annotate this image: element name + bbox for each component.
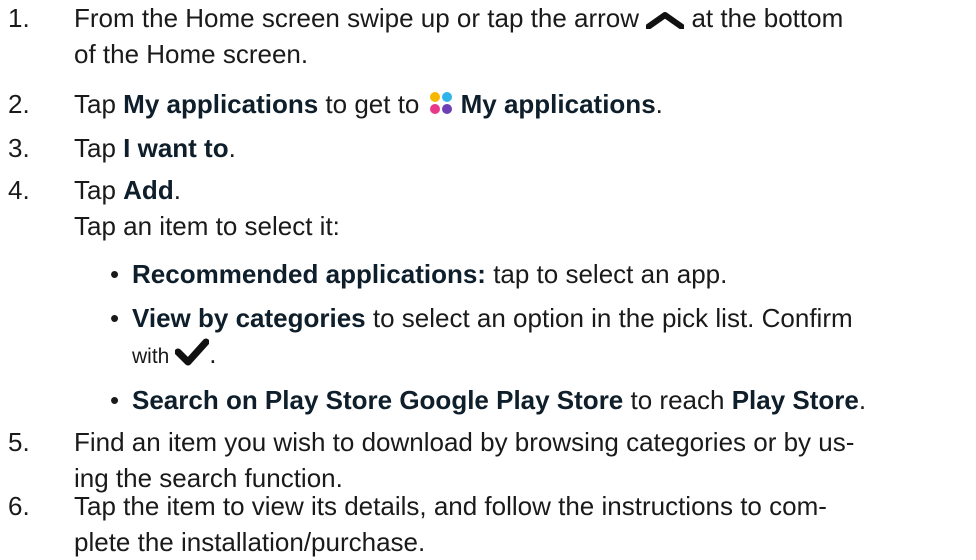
bold-term: My applications: [460, 89, 656, 119]
instructions-page: 1. From the Home screen swipe up or tap …: [0, 0, 976, 560]
step-text-part: .: [228, 133, 236, 163]
step-text-part: From the Home screen swipe up or tap the…: [74, 3, 647, 33]
step-text-part: Tap: [74, 133, 124, 163]
step-text-part: at the bottom: [684, 3, 844, 33]
checkmark-icon: [174, 338, 210, 375]
bold-term: Recommended applications:: [132, 259, 486, 289]
step-number: 4.: [8, 175, 30, 205]
step-text-part: to get to: [318, 89, 427, 119]
step-text-line2: plete the installation/purchase.: [74, 527, 426, 557]
step-text-part: .: [655, 89, 663, 119]
bold-term: Search on Play Store Google Play Store: [132, 385, 624, 415]
bullet-text-part: tap to select an app.: [485, 259, 728, 289]
step-text: Tap I want to.: [74, 130, 236, 166]
step-number: 3.: [8, 133, 30, 163]
bullet-text-part: to select an option in the pick list. Co…: [365, 303, 853, 333]
bullet-text-part: with: [132, 345, 176, 368]
chevron-up-icon: [645, 2, 686, 38]
step-text-line2: Tap an item to select it:: [74, 211, 340, 241]
step-text-part: Tap: [74, 175, 124, 205]
step-text: Tap Add.: [74, 172, 181, 208]
bold-term: Add: [123, 175, 174, 205]
bold-term: Play Store: [731, 385, 859, 415]
step-text: From the Home screen swipe up or tap the…: [74, 0, 843, 38]
bullet-text-part: .: [858, 385, 867, 415]
step-number: 2.: [8, 89, 30, 119]
bullet-dot: •: [110, 385, 120, 415]
bold-term: My applications: [123, 89, 319, 119]
bold-term: I want to: [123, 133, 229, 163]
step-number: 5.: [8, 427, 30, 457]
step-number: 6.: [8, 491, 30, 521]
step-text-line2: of the Home screen.: [74, 39, 309, 69]
step-text: Tap the item to view its details, and fo…: [74, 491, 827, 521]
bullet-dot: •: [110, 259, 120, 289]
step-number: 1.: [8, 3, 30, 33]
bold-term: View by categories: [132, 303, 366, 333]
my-applications-icon: [429, 88, 453, 124]
bullet-dot: •: [110, 303, 120, 333]
step-text-part: .: [173, 175, 181, 205]
bullet-text-line2: with .: [132, 336, 216, 375]
bullet-text: Recommended applications: tap to select …: [132, 256, 727, 292]
bullet-text: Search on Play Store Google Play Store t…: [132, 382, 866, 418]
bullet-text-part: to reach: [623, 385, 732, 415]
step-text-part: Tap: [74, 89, 124, 119]
step-text: Tap My applications to get to My applica…: [74, 86, 663, 124]
bullet-text-part: .: [209, 339, 217, 369]
bullet-text: View by categories to select an option i…: [132, 300, 853, 336]
step-text: Find an item you wish to download by bro…: [74, 427, 855, 457]
